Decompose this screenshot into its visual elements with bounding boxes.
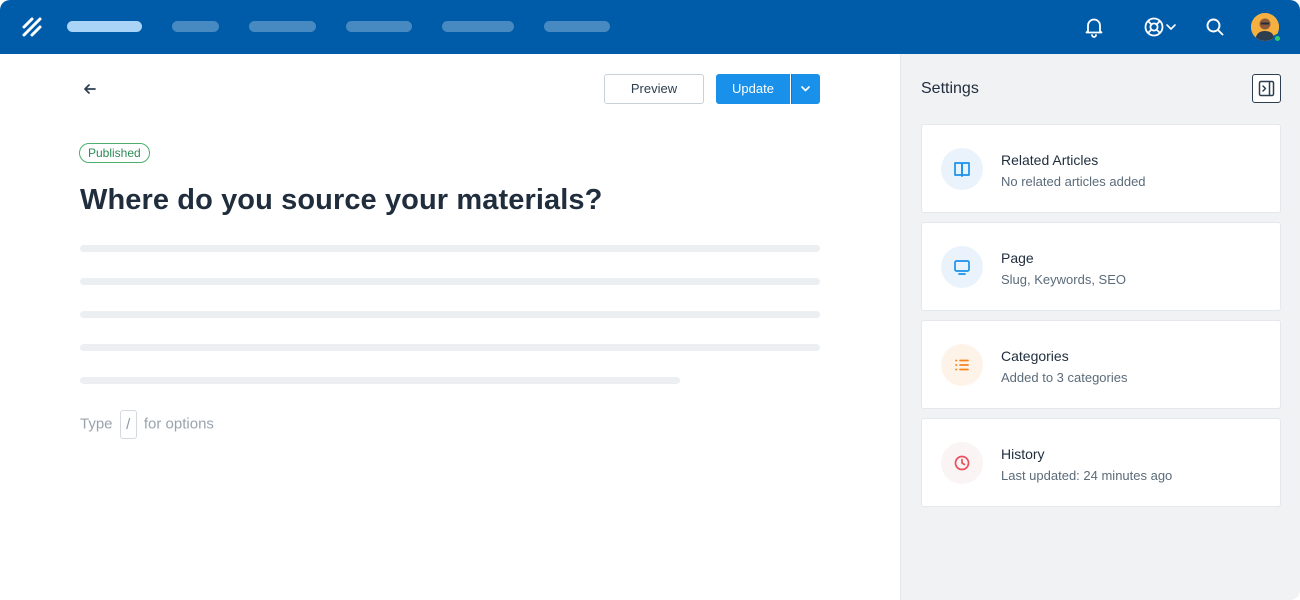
logo-icon[interactable] <box>20 15 44 39</box>
content-placeholder-line <box>80 377 680 384</box>
card-title: Page <box>1001 250 1034 266</box>
nav-item[interactable] <box>346 21 412 32</box>
clock-icon <box>941 442 983 484</box>
nav-item[interactable] <box>249 21 316 32</box>
nav-item[interactable] <box>544 21 610 32</box>
online-status-dot <box>1273 34 1282 43</box>
status-badge: Published <box>79 143 150 163</box>
book-icon <box>941 148 983 190</box>
card-subtitle: Added to 3 categories <box>1001 370 1128 385</box>
chevron-down-icon <box>791 74 810 104</box>
top-navigation-bar <box>0 0 1300 54</box>
related-articles-card[interactable]: Related Articles No related articles add… <box>921 124 1281 213</box>
update-options-button[interactable] <box>791 74 820 104</box>
content-placeholder-line <box>80 344 820 351</box>
card-subtitle: Slug, Keywords, SEO <box>1001 272 1126 287</box>
article-editor: Preview Update Published Where do you so… <box>0 54 900 600</box>
article-title[interactable]: Where do you source your materials? <box>80 184 602 217</box>
settings-title: Settings <box>921 80 979 97</box>
preview-button[interactable]: Preview <box>604 74 704 104</box>
card-subtitle: No related articles added <box>1001 174 1146 189</box>
content-placeholder-line <box>80 245 820 252</box>
editor-input-hint[interactable]: Type / for options <box>80 410 214 439</box>
update-button[interactable]: Update <box>716 74 790 104</box>
monitor-icon <box>941 246 983 288</box>
hint-suffix: for options <box>143 415 214 433</box>
app-window: Preview Update Published Where do you so… <box>0 0 1300 600</box>
hint-prefix: Type <box>80 415 113 433</box>
slash-key: / <box>119 410 137 439</box>
categories-card[interactable]: Categories Added to 3 categories <box>921 320 1281 409</box>
page-card[interactable]: Page Slug, Keywords, SEO <box>921 222 1281 311</box>
content-placeholder-line <box>80 311 820 318</box>
chevron-down-icon[interactable] <box>1164 14 1178 40</box>
card-title: History <box>1001 446 1045 462</box>
nav-item[interactable] <box>442 21 514 32</box>
collapse-panel-button[interactable] <box>1252 74 1281 103</box>
panel-collapse-icon <box>1258 80 1275 97</box>
search-icon[interactable] <box>1202 14 1228 40</box>
bell-icon[interactable] <box>1081 14 1107 40</box>
card-subtitle: Last updated: 24 minutes ago <box>1001 468 1173 483</box>
card-title: Categories <box>1001 348 1069 364</box>
history-card[interactable]: History Last updated: 24 minutes ago <box>921 418 1281 507</box>
nav-item[interactable] <box>172 21 219 32</box>
back-arrow-icon[interactable] <box>80 80 100 98</box>
card-title: Related Articles <box>1001 152 1099 168</box>
list-icon <box>941 344 983 386</box>
nav-item-active[interactable] <box>67 21 142 32</box>
settings-panel: Settings Related Articles No related art… <box>900 54 1300 600</box>
content-placeholder-line <box>80 278 820 285</box>
